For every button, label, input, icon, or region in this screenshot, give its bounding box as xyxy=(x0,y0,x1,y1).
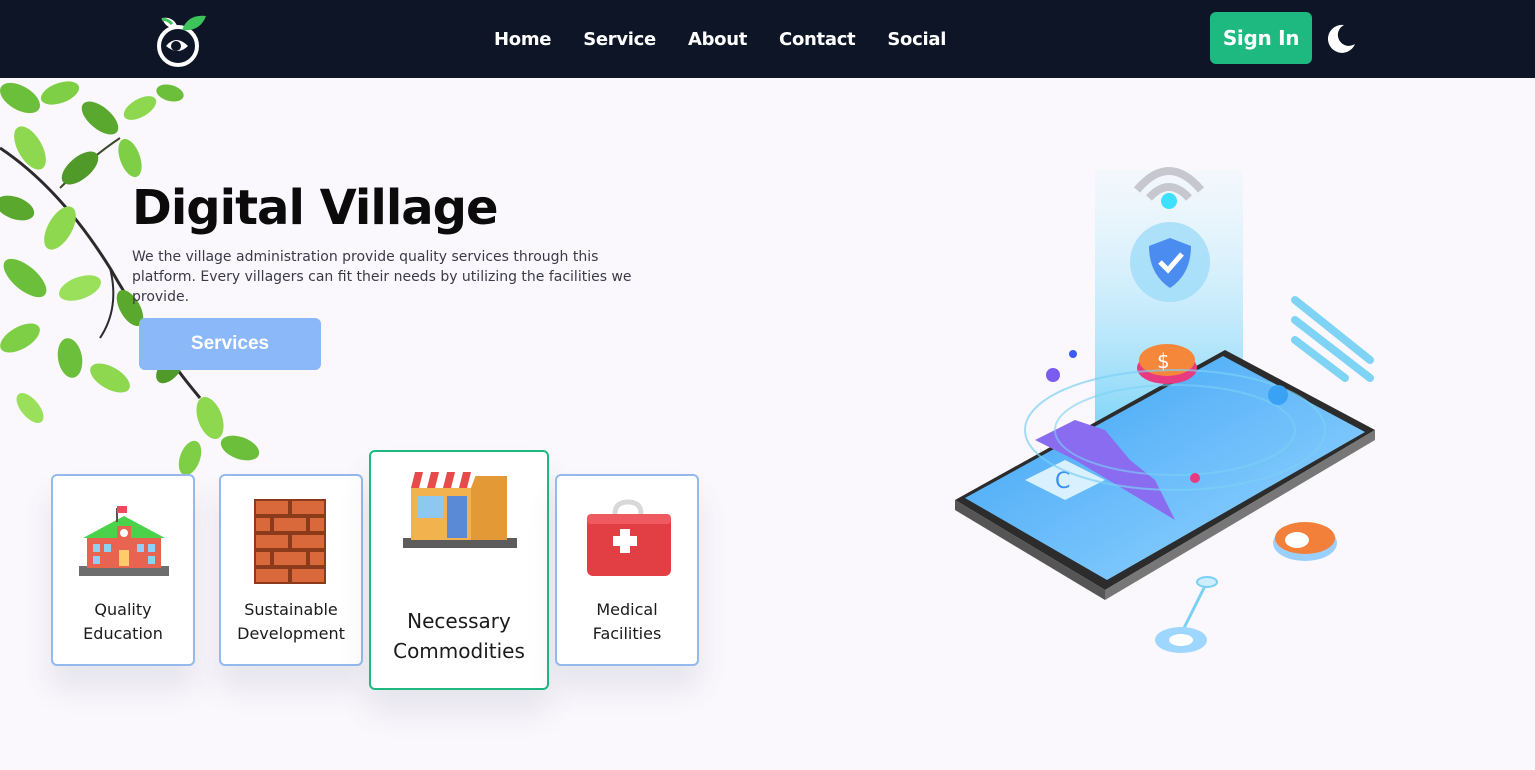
services-button[interactable]: Services xyxy=(139,318,321,370)
shop-icon xyxy=(403,472,517,548)
card-sustainable-development[interactable]: Sustainable Development xyxy=(219,474,363,666)
brick-wall-icon xyxy=(254,499,326,584)
moon-icon[interactable] xyxy=(1324,22,1358,56)
card-label: Medical Facilities xyxy=(592,600,662,643)
smartphone-security-illustration: C $ xyxy=(955,167,1375,653)
school-icon xyxy=(79,506,169,576)
card-medical-facilities[interactable]: Medical Facilities xyxy=(555,474,699,666)
hero-description: We the village administration provide qu… xyxy=(132,249,632,305)
medical-kit-icon xyxy=(587,499,671,576)
nav-about-link[interactable]: About xyxy=(672,29,763,50)
card-label: Sustainable Development xyxy=(237,600,345,643)
navbar: Home Service About Contact Social Sign I… xyxy=(0,0,1535,78)
card-necessary-commodities[interactable]: Necessary Commodities xyxy=(369,450,549,690)
hero-title: Digital Village xyxy=(132,180,499,236)
card-quality-education[interactable]: Quality Education xyxy=(51,474,195,666)
sign-in-button[interactable]: Sign In xyxy=(1210,12,1312,64)
nav-home-link[interactable]: Home xyxy=(478,29,567,50)
main-nav: Home Service About Contact Social xyxy=(478,0,962,78)
card-label: Necessary Commodities xyxy=(393,609,525,663)
nav-social-link[interactable]: Social xyxy=(871,29,962,50)
village-logo-icon[interactable] xyxy=(148,8,212,70)
nav-contact-link[interactable]: Contact xyxy=(763,29,871,50)
card-label: Quality Education xyxy=(83,600,163,643)
nav-service-link[interactable]: Service xyxy=(567,29,672,50)
